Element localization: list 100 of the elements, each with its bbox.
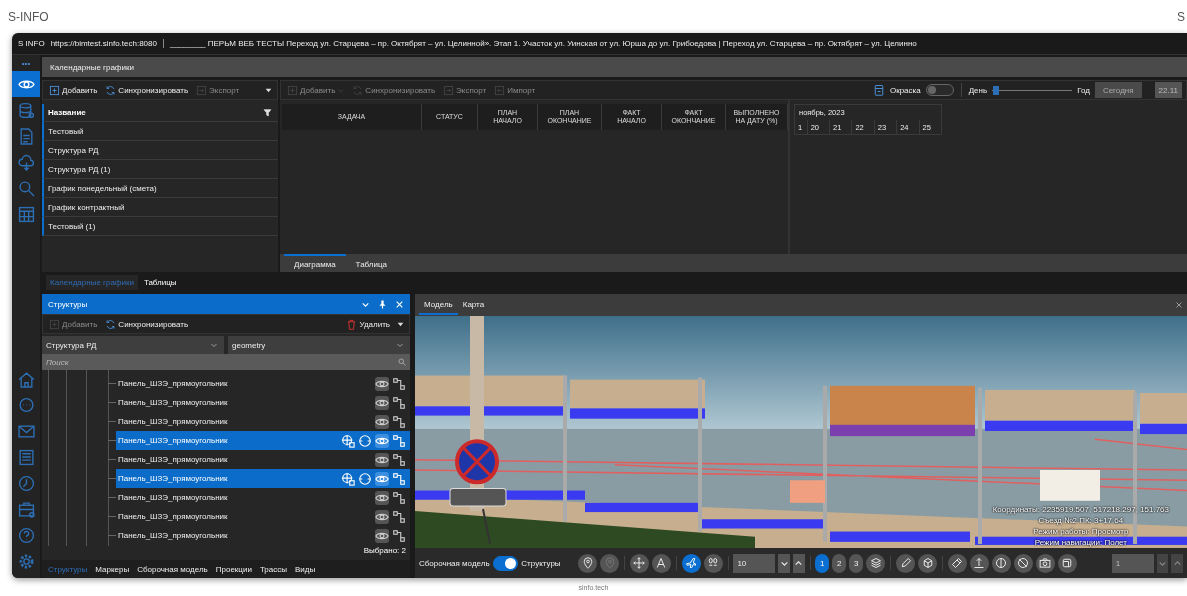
hierarchy-icon[interactable] xyxy=(392,528,406,543)
tab[interactable]: Виды xyxy=(292,564,318,574)
tree-item[interactable]: Панель_ШЗЭ_прямоугольник xyxy=(116,469,410,488)
triangle-button[interactable] xyxy=(651,553,671,573)
menu-button[interactable]: ••• xyxy=(12,55,40,71)
tree-item[interactable]: Панель_ШЗЭ_прямоугольник xyxy=(116,431,410,450)
box-button[interactable] xyxy=(1057,553,1077,573)
chevron-up-icon xyxy=(1172,558,1182,568)
date-button[interactable]: 22.11 xyxy=(1154,82,1182,98)
list-item[interactable]: График контрактный xyxy=(42,198,278,217)
list-item[interactable]: Тестовый (1) xyxy=(42,217,278,236)
target-icon[interactable] xyxy=(341,471,355,486)
tree-item[interactable]: Панель_ШЗЭ_прямоугольник xyxy=(116,450,410,469)
hierarchy-icon[interactable] xyxy=(392,471,406,486)
slider-thumb[interactable] xyxy=(993,85,1000,95)
pin-icon[interactable] xyxy=(378,299,387,309)
camera-button[interactable] xyxy=(1035,553,1055,573)
flashlight-button[interactable] xyxy=(947,553,967,573)
page-button[interactable]: 2 xyxy=(832,553,847,573)
height-button[interactable] xyxy=(969,553,989,573)
eye-icon[interactable] xyxy=(375,414,389,429)
hierarchy-icon[interactable] xyxy=(392,395,406,410)
list-item[interactable]: Структура РД (1) xyxy=(42,160,278,179)
table-icon xyxy=(17,205,35,223)
eye-icon[interactable] xyxy=(375,471,389,486)
delete-button[interactable]: Удалить xyxy=(344,316,392,332)
tab[interactable]: Диаграмма xyxy=(284,254,346,272)
tree-item[interactable]: Панель_ШЗЭ_прямоугольник xyxy=(116,488,410,507)
dropdown[interactable]: geometry xyxy=(228,336,410,354)
chat-icon xyxy=(17,396,35,414)
export-icon xyxy=(443,84,455,96)
eye-icon[interactable] xyxy=(375,528,389,543)
3d-scene-drawing[interactable] xyxy=(415,316,1187,548)
sidebar-button[interactable] xyxy=(12,71,40,97)
column-header[interactable]: Название xyxy=(42,104,278,122)
hierarchy-icon[interactable] xyxy=(392,509,406,524)
tree-item[interactable]: Панель_ШЗЭ_прямоугольник xyxy=(116,393,410,412)
focus-icon[interactable] xyxy=(358,471,372,486)
chevron-down-button[interactable] xyxy=(778,553,790,573)
eye-icon[interactable] xyxy=(375,433,389,448)
sync-icon xyxy=(105,84,117,96)
selection-count: Выбрано: 2 xyxy=(362,546,407,557)
home-icon xyxy=(17,370,35,388)
tree-item[interactable]: Панель_ШЗЭ_прямоугольник xyxy=(116,374,410,393)
coloring-label: Окраска xyxy=(889,85,921,95)
search-icon[interactable] xyxy=(398,358,406,366)
tab[interactable]: Маркеры xyxy=(93,564,132,574)
list-item[interactable]: Структура РД xyxy=(42,141,278,160)
tree-item[interactable]: Панель_ШЗЭ_прямоугольник xyxy=(116,526,410,545)
page-button[interactable]: 1 xyxy=(815,553,830,573)
toggle-label: Структуры xyxy=(521,558,561,568)
hierarchy-icon[interactable] xyxy=(392,433,406,448)
tab[interactable]: Таблица xyxy=(345,254,397,272)
toolbar-button[interactable]: Синхронизировать xyxy=(103,82,191,98)
toolbar-button[interactable]: Добавить xyxy=(47,82,100,98)
hierarchy-icon[interactable] xyxy=(392,376,406,391)
cube-button[interactable] xyxy=(918,553,938,573)
search-field[interactable]: Поиск xyxy=(42,354,410,370)
chevron-up-button[interactable] xyxy=(793,553,805,573)
box-icon xyxy=(1061,557,1074,569)
eye-icon[interactable] xyxy=(375,490,389,505)
eye-icon[interactable] xyxy=(375,452,389,467)
focus-icon[interactable] xyxy=(358,433,372,448)
height-icon xyxy=(973,557,986,569)
tab[interactable]: Карта xyxy=(457,295,490,315)
move-button[interactable] xyxy=(629,553,649,573)
eye-icon[interactable] xyxy=(375,376,389,391)
toggle-switch[interactable] xyxy=(925,84,954,96)
airplane-button[interactable] xyxy=(681,553,701,573)
database-icon xyxy=(17,101,35,119)
hierarchy-icon[interactable] xyxy=(392,452,406,467)
tree-item[interactable]: Панель_ШЗЭ_прямоугольник xyxy=(116,412,410,431)
pencil-button[interactable] xyxy=(896,553,916,573)
eye-icon[interactable] xyxy=(375,395,389,410)
level-field[interactable]: 10 xyxy=(733,553,776,573)
list-item[interactable]: График понедельный (смета) xyxy=(42,179,278,198)
tab[interactable]: Проекции xyxy=(213,564,254,574)
hide-button[interactable] xyxy=(1013,553,1033,573)
tab[interactable]: Трассы xyxy=(257,564,289,574)
section-button[interactable] xyxy=(991,553,1011,573)
hierarchy-icon[interactable] xyxy=(392,490,406,505)
document-icon xyxy=(17,127,35,145)
toggle-switch[interactable] xyxy=(492,555,519,571)
layers-button[interactable] xyxy=(866,553,886,573)
target-icon[interactable] xyxy=(341,433,355,448)
list-item[interactable]: Тестовый xyxy=(42,122,278,141)
close-icon[interactable] xyxy=(1175,301,1183,309)
eye-icon[interactable] xyxy=(375,509,389,524)
hierarchy-icon[interactable] xyxy=(392,414,406,429)
location-button[interactable] xyxy=(578,553,598,573)
app-name: S INFO xyxy=(18,39,45,48)
dropdown[interactable]: Структура РД xyxy=(42,336,224,354)
tab[interactable]: Таблицы xyxy=(139,274,181,290)
pencil-icon xyxy=(899,557,912,569)
filter-icon[interactable] xyxy=(263,108,272,117)
page-button[interactable]: 3 xyxy=(849,553,864,573)
tree-item[interactable]: Панель_ШЗЭ_прямоугольник xyxy=(116,507,410,526)
tab[interactable]: Сборочная модель xyxy=(135,564,210,574)
toolbar-button[interactable]: Синхронизировать xyxy=(103,316,191,332)
footprints-button[interactable] xyxy=(703,553,723,573)
